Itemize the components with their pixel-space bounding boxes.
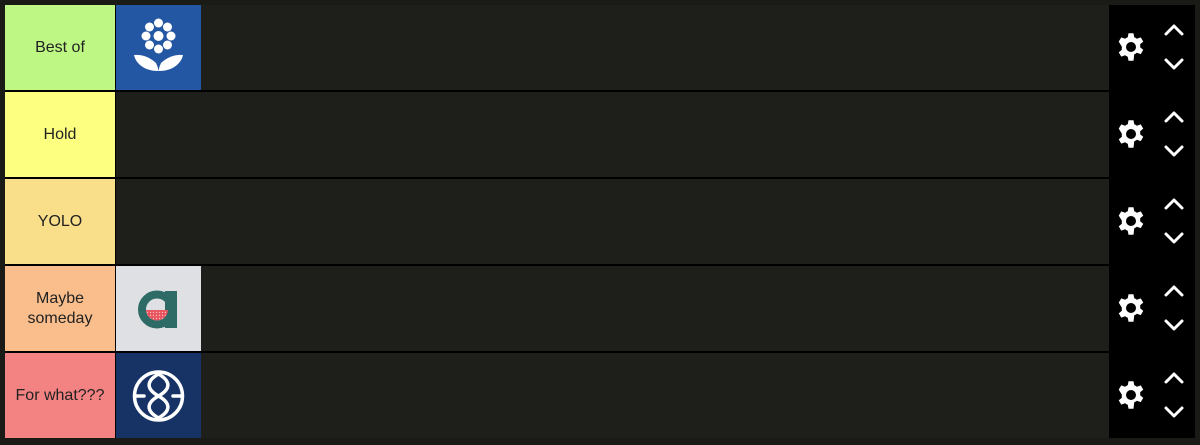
gear-icon[interactable] [1116, 32, 1146, 62]
tier-row-for-what: For what??? [5, 353, 1195, 438]
tier-row-best-of: Best of [5, 5, 1195, 90]
tier-label[interactable]: Maybe someday [5, 266, 115, 351]
tier-list-board: Best of Hold YOLO Maybe someday For what… [5, 5, 1195, 438]
tier-label[interactable]: Hold [5, 92, 115, 177]
tier-items[interactable] [115, 179, 1109, 264]
tier-item-circle-swirl[interactable] [116, 353, 201, 438]
tier-item-flower[interactable] [116, 5, 201, 90]
tier-row-hold: Hold [5, 92, 1195, 177]
tier-items[interactable] [115, 353, 1109, 438]
tier-controls [1109, 92, 1195, 177]
gear-icon[interactable] [1116, 206, 1146, 236]
chevron-up-icon[interactable] [1163, 197, 1185, 211]
tier-item-letter-a[interactable] [116, 266, 201, 351]
chevron-up-icon[interactable] [1163, 110, 1185, 124]
tier-controls [1109, 179, 1195, 264]
tier-row-maybe-someday: Maybe someday [5, 266, 1195, 351]
tier-items[interactable] [115, 92, 1109, 177]
chevron-down-icon[interactable] [1163, 405, 1185, 419]
tier-row-yolo: YOLO [5, 179, 1195, 264]
tier-controls [1109, 5, 1195, 90]
chevron-up-icon[interactable] [1163, 23, 1185, 37]
tier-label[interactable]: Best of [5, 5, 115, 90]
chevron-down-icon[interactable] [1163, 318, 1185, 332]
tier-items[interactable] [115, 5, 1109, 90]
gear-icon[interactable] [1116, 119, 1146, 149]
chevron-down-icon[interactable] [1163, 144, 1185, 158]
tier-label[interactable]: YOLO [5, 179, 115, 264]
circle-swirl-logo-icon [116, 353, 201, 438]
tier-items[interactable] [115, 266, 1109, 351]
chevron-up-icon[interactable] [1163, 284, 1185, 298]
chevron-down-icon[interactable] [1163, 231, 1185, 245]
flower-logo-icon [116, 5, 201, 90]
tier-label[interactable]: For what??? [5, 353, 115, 438]
tier-controls [1109, 353, 1195, 438]
tier-controls [1109, 266, 1195, 351]
letter-a-logo-icon [116, 266, 201, 351]
gear-icon[interactable] [1116, 380, 1146, 410]
gear-icon[interactable] [1116, 293, 1146, 323]
chevron-up-icon[interactable] [1163, 371, 1185, 385]
chevron-down-icon[interactable] [1163, 57, 1185, 71]
